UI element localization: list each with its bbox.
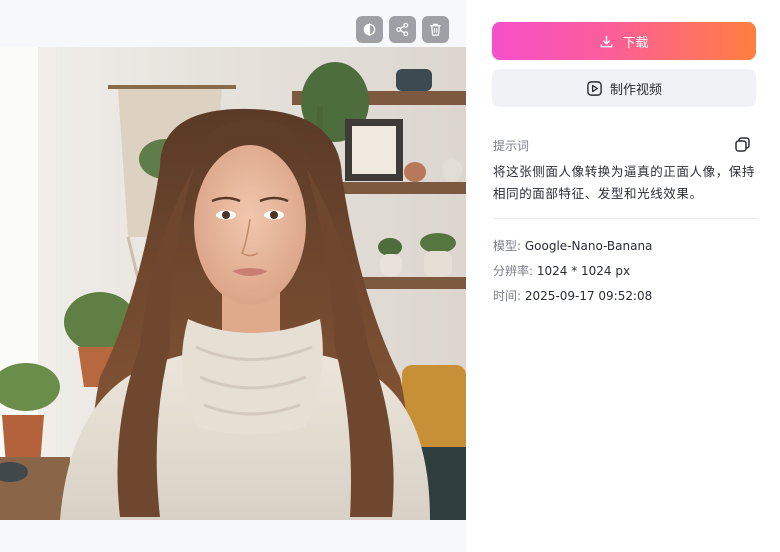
make-video-button[interactable]: 制作视频 [492,69,756,107]
make-video-label: 制作视频 [609,82,662,98]
meta-model-value: Google-Nano-Banana [524,239,653,253]
download-label: 下载 [622,35,649,51]
details-pane: 下载 制作视频 提示词 将这张侧面人像转换为逼真的正面人像，保持相同的面部特征、… [466,0,780,552]
meta-resolution: 分辨率: 1024 * 1024 px [493,262,630,279]
share-button[interactable] [389,16,416,43]
download-button[interactable]: 下载 [492,22,756,60]
meta-time-value: 2025-09-17 09:52:08 [524,289,653,303]
download-icon [601,35,613,47]
meta-model: 模型: Google-Nano-Banana [493,237,652,254]
meta-model-key: 模型: [493,239,525,253]
compare-button[interactable] [356,16,383,43]
generated-portrait-image[interactable] [0,47,466,520]
copy-icon[interactable] [734,136,751,153]
meta-resolution-value: 1024 * 1024 px [536,264,631,278]
delete-button[interactable] [422,16,449,43]
meta-time-key: 时间: [493,289,525,303]
contrast-compare-icon [363,22,376,37]
prompt-text: 将这张侧面人像转换为逼真的正面人像，保持相同的面部特征、发型和光线效果。 [493,164,756,201]
image-preview-pane [0,0,466,552]
divider [493,218,756,219]
share-icon [396,22,409,37]
portrait-photo [0,47,466,520]
meta-resolution-key: 分辨率: [493,264,537,278]
video-play-icon [587,80,602,96]
prompt-label: 提示词 [493,139,530,153]
trash-icon [430,23,441,36]
meta-time: 时间: 2025-09-17 09:52:08 [493,287,652,304]
